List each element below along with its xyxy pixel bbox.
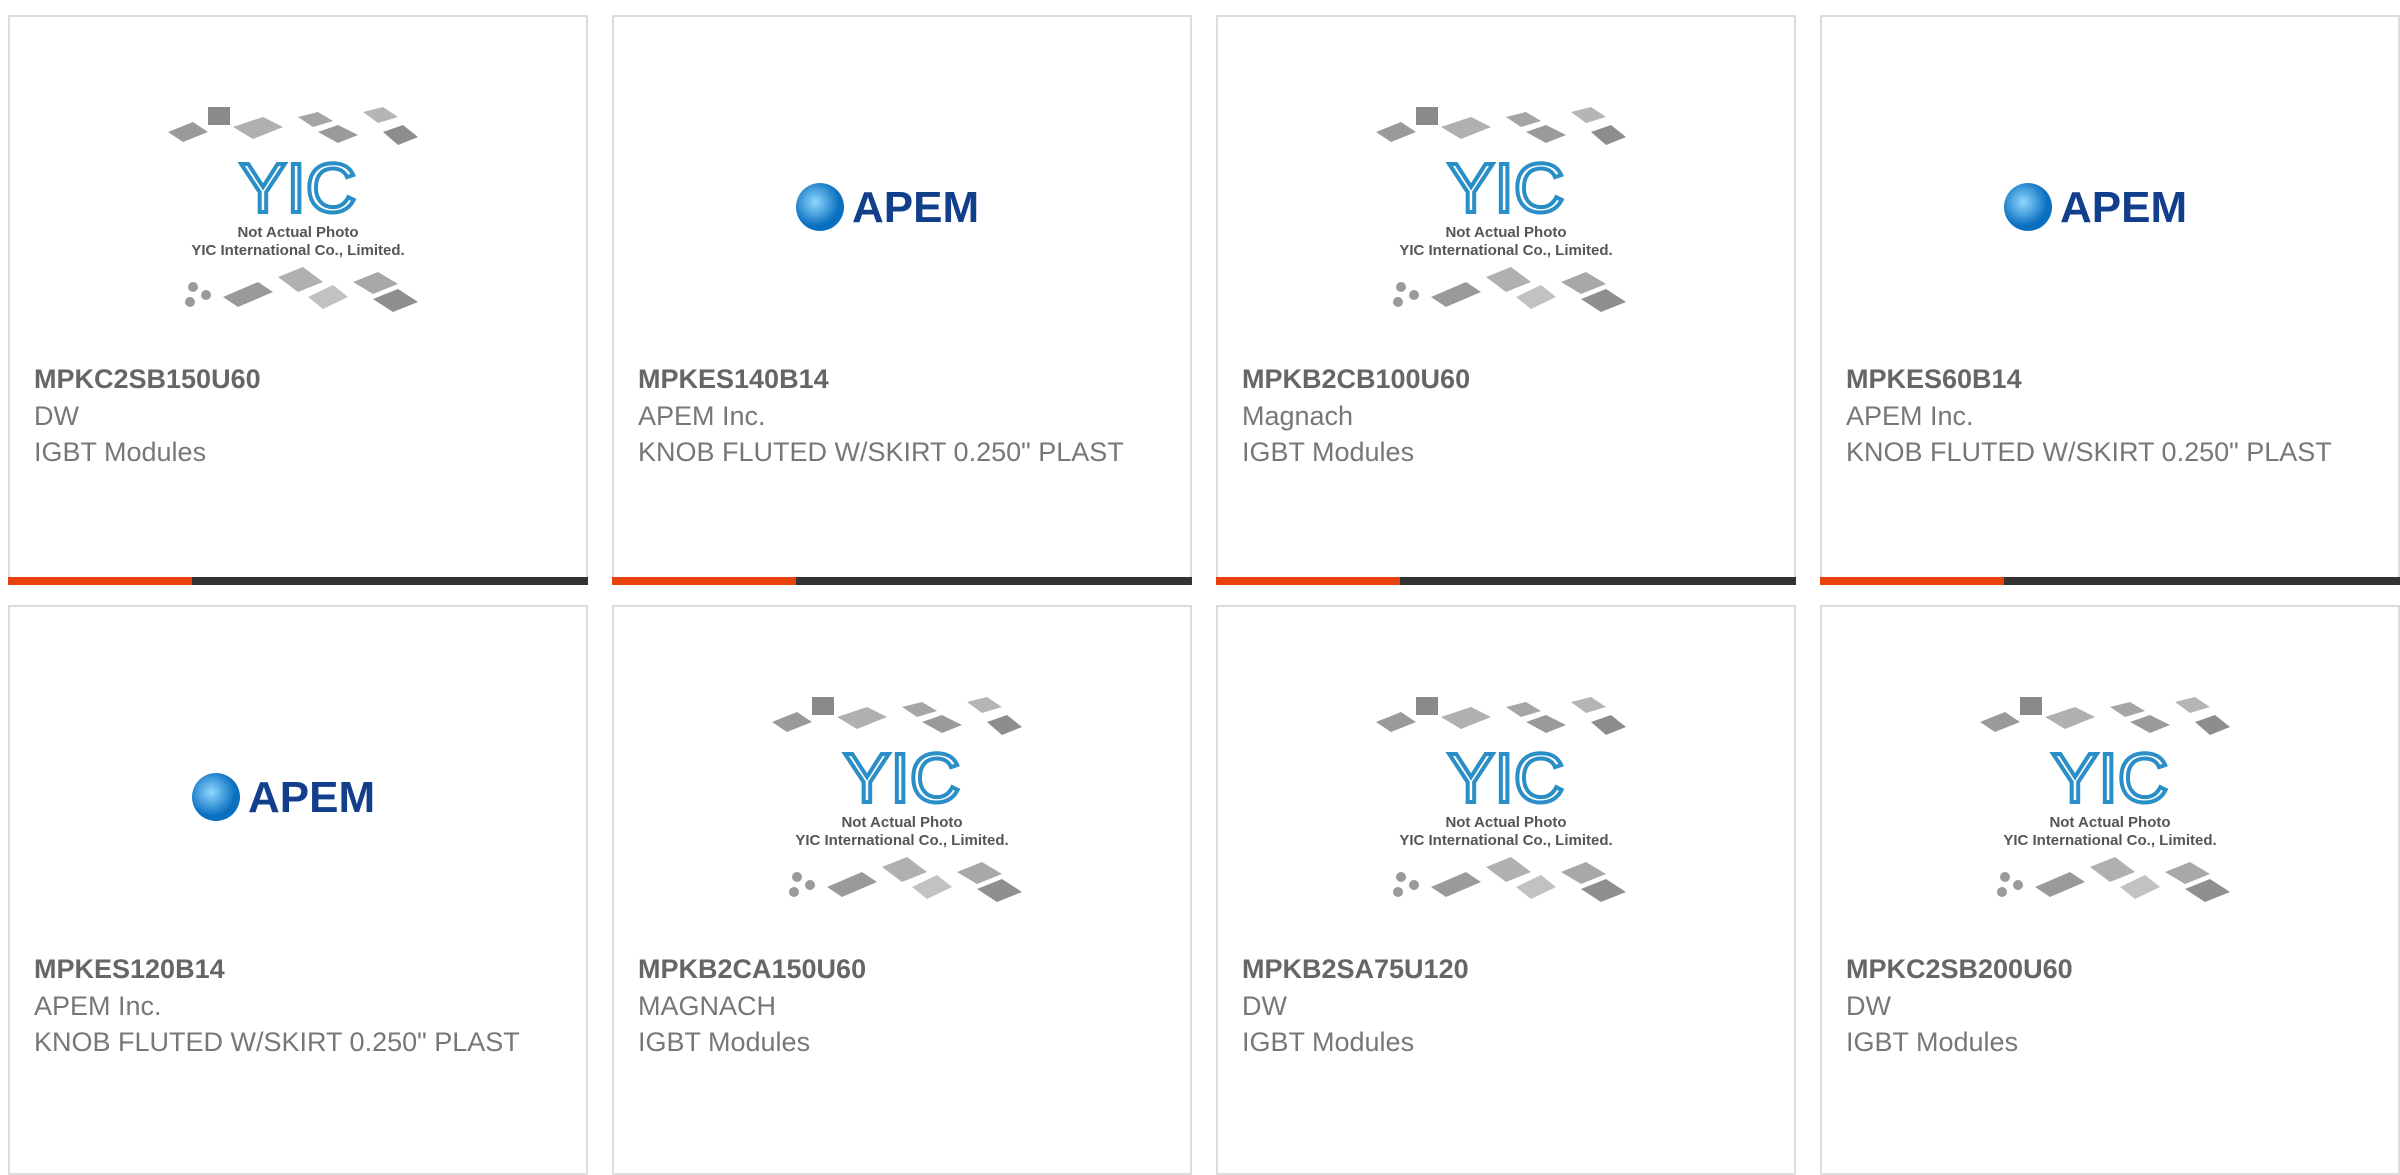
svg-text:YIC: YIC — [1448, 149, 1565, 227]
apem-logo-icon: APEM — [192, 773, 375, 822]
apem-logo-icon: APEM — [2004, 183, 2187, 232]
product-card[interactable]: YIC Not Actual Photo YIC International C… — [8, 15, 588, 585]
product-image: APEM — [1822, 57, 2398, 357]
manufacturer: Magnach — [1242, 401, 1354, 431]
product-card[interactable]: YIC Not Actual Photo YIC International C… — [1216, 605, 1796, 1175]
card-bottom-bar — [612, 577, 1192, 585]
svg-text:Not Actual Photo: Not Actual Photo — [237, 224, 358, 241]
svg-text:YIC International Co., Limited: YIC International Co., Limited. — [1399, 832, 1612, 849]
description: IGBT Modules — [1242, 437, 1415, 467]
svg-text:Not Actual Photo: Not Actual Photo — [1445, 224, 1566, 241]
product-card[interactable]: APEM MPKES60B14 APEM Inc. KNOB FLUTED W/… — [1820, 15, 2400, 585]
yic-placeholder-icon: YIC Not Actual Photo YIC International C… — [1376, 107, 1626, 312]
card-accent — [1216, 577, 1400, 585]
part-number[interactable]: MPKB2SA75U120 — [1242, 951, 1770, 988]
description: IGBT Modules — [1242, 1027, 1415, 1057]
part-number[interactable]: MPKC2SB150U60 — [34, 361, 562, 398]
svg-text:YIC International Co., Limited: YIC International Co., Limited. — [191, 242, 404, 259]
product-image: YIC Not Actual Photo YIC International C… — [1218, 57, 1794, 357]
part-number[interactable]: MPKB2CA150U60 — [638, 951, 1166, 988]
product-image: YIC Not Actual Photo YIC International C… — [1218, 647, 1794, 947]
card-bottom-bar — [1820, 577, 2400, 585]
product-image: APEM — [614, 57, 1190, 357]
svg-text:APEM: APEM — [852, 183, 979, 232]
manufacturer: APEM Inc. — [1846, 401, 1974, 431]
yic-placeholder-icon: YIC Not Actual Photo YIC International C… — [1980, 697, 2230, 902]
manufacturer: DW — [34, 401, 79, 431]
svg-text:Not Actual Photo: Not Actual Photo — [841, 814, 962, 831]
product-card[interactable]: YIC Not Actual Photo YIC International C… — [1820, 605, 2400, 1175]
svg-text:Not Actual Photo: Not Actual Photo — [1445, 814, 1566, 831]
part-number[interactable]: MPKES120B14 — [34, 951, 562, 988]
part-number[interactable]: MPKES60B14 — [1846, 361, 2374, 398]
manufacturer: APEM Inc. — [34, 991, 162, 1021]
svg-text:YIC International Co., Limited: YIC International Co., Limited. — [795, 832, 1008, 849]
apem-logo-icon: APEM — [796, 183, 979, 232]
svg-text:APEM: APEM — [248, 773, 375, 822]
product-card[interactable]: YIC Not Actual Photo YIC International C… — [612, 605, 1192, 1175]
product-card[interactable]: APEM MPKES140B14 APEM Inc. KNOB FLUTED W… — [612, 15, 1192, 585]
part-number[interactable]: MPKC2SB200U60 — [1846, 951, 2374, 988]
card-accent — [8, 577, 192, 585]
yic-placeholder-icon: YIC Not Actual Photo YIC International C… — [168, 107, 418, 312]
product-card[interactable]: YIC Not Actual Photo YIC International C… — [1216, 15, 1796, 585]
description: IGBT Modules — [34, 437, 207, 467]
product-image: APEM — [10, 647, 586, 947]
card-accent — [612, 577, 796, 585]
description: KNOB FLUTED W/SKIRT 0.250" PLAST — [638, 437, 1124, 467]
card-bottom-bar — [1216, 577, 1796, 585]
manufacturer: DW — [1242, 991, 1287, 1021]
svg-text:YIC: YIC — [844, 739, 961, 817]
description: KNOB FLUTED W/SKIRT 0.250" PLAST — [34, 1027, 520, 1057]
description: IGBT Modules — [638, 1027, 811, 1057]
svg-text:YIC: YIC — [1448, 739, 1565, 817]
manufacturer: APEM Inc. — [638, 401, 766, 431]
card-bottom-bar — [8, 577, 588, 585]
manufacturer: DW — [1846, 991, 1891, 1021]
product-card[interactable]: APEM MPKES120B14 APEM Inc. KNOB FLUTED W… — [8, 605, 588, 1175]
svg-text:YIC: YIC — [240, 149, 357, 227]
part-number[interactable]: MPKB2CB100U60 — [1242, 361, 1770, 398]
svg-text:YIC International Co., Limited: YIC International Co., Limited. — [2003, 832, 2216, 849]
yic-placeholder-icon: YIC Not Actual Photo YIC International C… — [772, 697, 1022, 902]
description: IGBT Modules — [1846, 1027, 2019, 1057]
svg-text:APEM: APEM — [2060, 183, 2187, 232]
svg-text:YIC International Co., Limited: YIC International Co., Limited. — [1399, 242, 1612, 259]
product-grid: YIC Not Actual Photo YIC International C… — [0, 0, 2400, 1175]
manufacturer: MAGNACH — [638, 991, 777, 1021]
card-accent — [1820, 577, 2004, 585]
product-image: YIC Not Actual Photo YIC International C… — [1822, 647, 2398, 947]
product-image: YIC Not Actual Photo YIC International C… — [614, 647, 1190, 947]
part-number[interactable]: MPKES140B14 — [638, 361, 1166, 398]
description: KNOB FLUTED W/SKIRT 0.250" PLAST — [1846, 437, 2332, 467]
svg-text:YIC: YIC — [2052, 739, 2169, 817]
svg-text:Not Actual Photo: Not Actual Photo — [2049, 814, 2170, 831]
yic-placeholder-icon: YIC Not Actual Photo YIC International C… — [1376, 697, 1626, 902]
product-image: YIC Not Actual Photo YIC International C… — [10, 57, 586, 357]
